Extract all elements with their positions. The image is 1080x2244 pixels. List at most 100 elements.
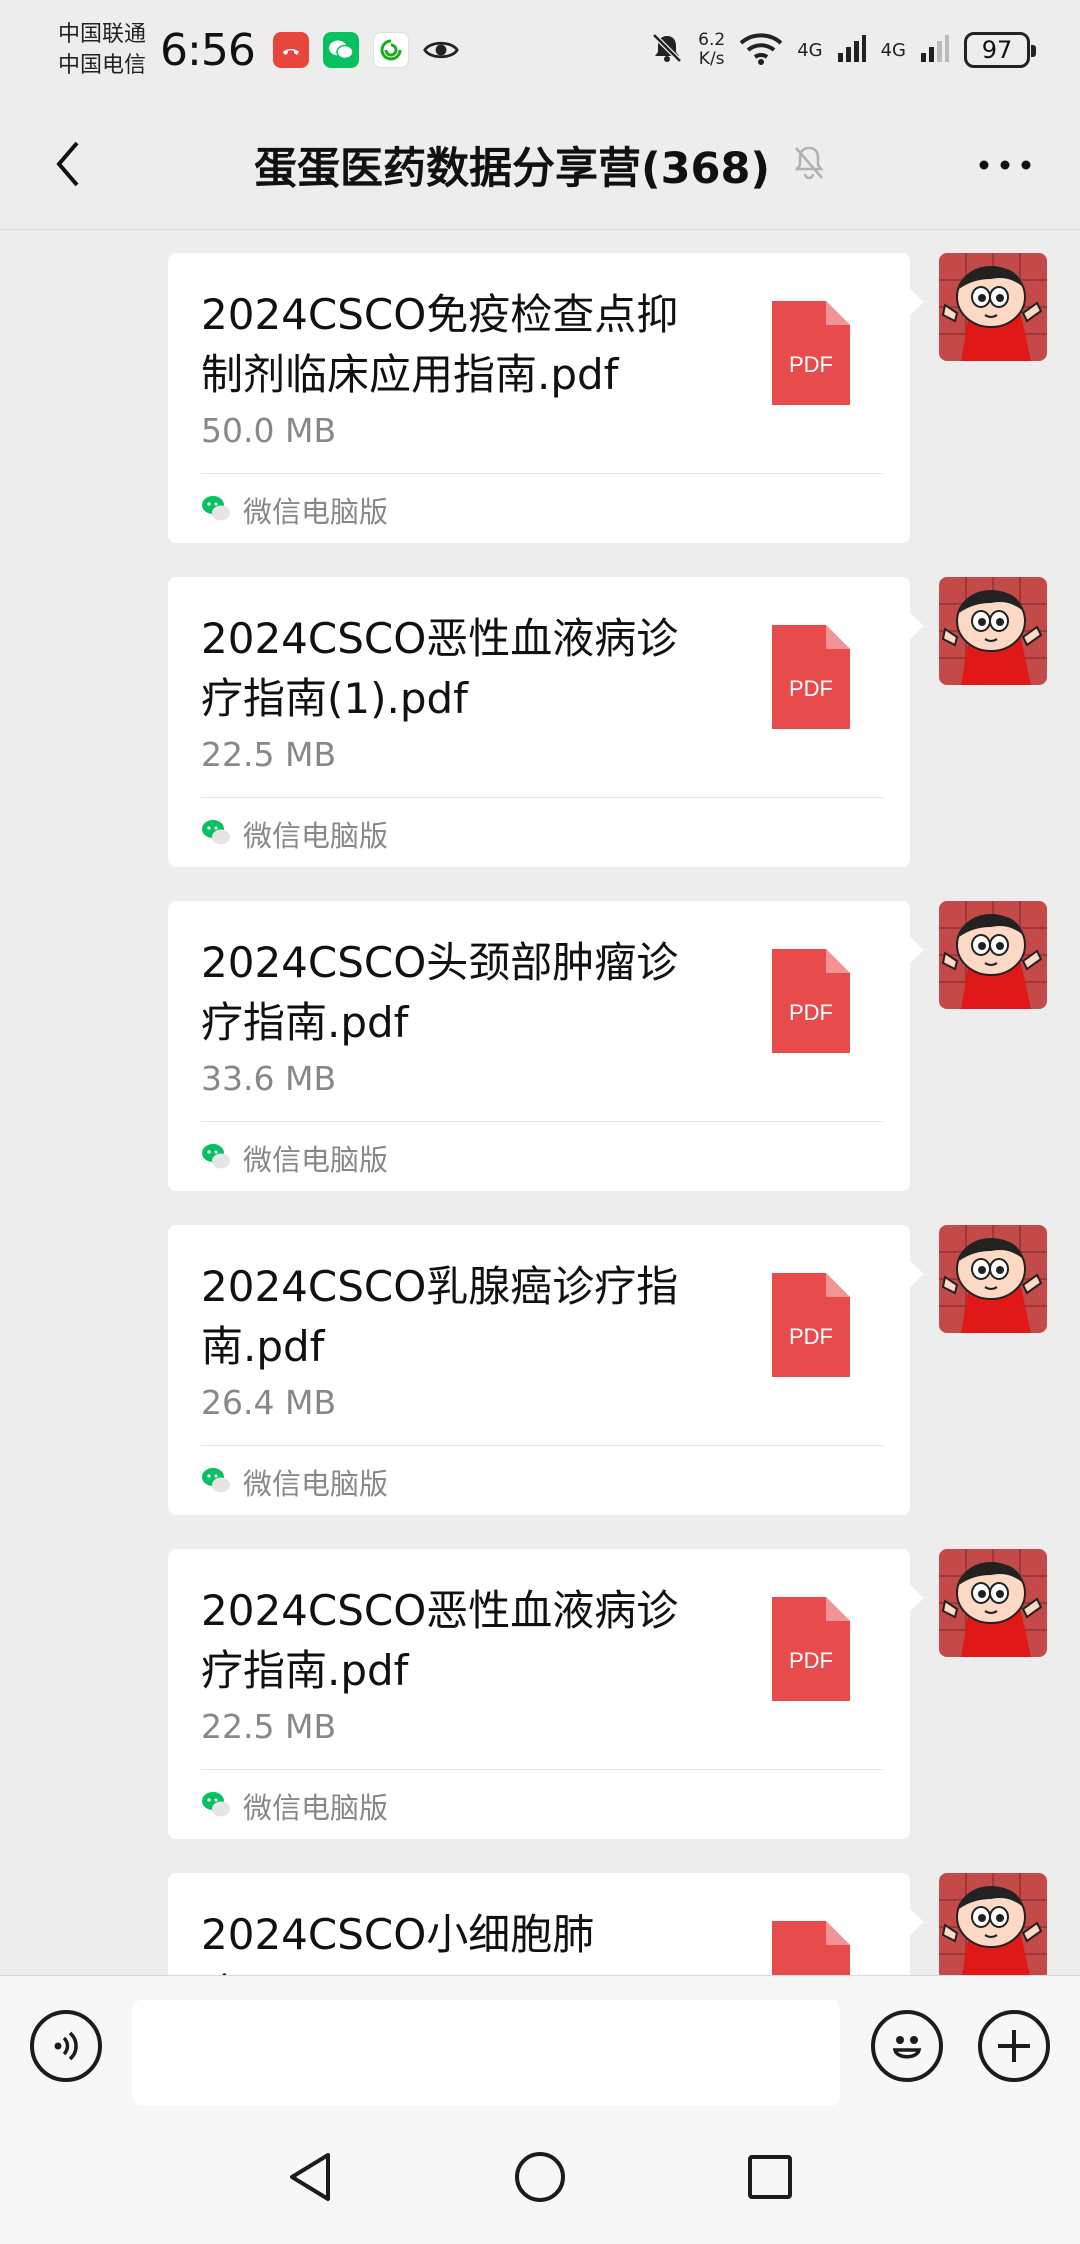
muted-bell-icon xyxy=(792,144,826,186)
file-message-bubble[interactable]: 2024CSCO头颈部肿瘤诊疗指南.pdf 33.6 MB PDF 微信电脑版 xyxy=(168,901,924,1191)
file-name: 2024CSCO小细胞肺癌.pdf xyxy=(201,1910,595,1975)
file-size: 22.5 MB xyxy=(201,735,337,774)
avatar[interactable] xyxy=(939,1225,1047,1333)
message-input[interactable] xyxy=(132,2000,840,2106)
message-row: 2024CSCO头颈部肿瘤诊疗指南.pdf 33.6 MB PDF 微信电脑版 xyxy=(0,878,1080,1191)
pdf-file-icon: PDF xyxy=(772,1597,850,1701)
circle-home-icon xyxy=(515,2152,565,2202)
voice-icon xyxy=(54,2031,78,2061)
file-type-label: PDF xyxy=(789,1324,833,1349)
file-message-bubble[interactable]: 2024CSCO恶性血液病诊疗指南(1).pdf 22.5 MB PDF 微信电… xyxy=(168,577,924,867)
file-type-label: PDF xyxy=(789,352,833,377)
message-row: 2024CSCO免疫检查点抑制剂临床应用指南.pdf 50.0 MB PDF 微… xyxy=(0,230,1080,543)
triangle-back-icon xyxy=(290,2153,330,2201)
source-label: 微信电脑版 xyxy=(243,1143,389,1177)
file-size: 50.0 MB xyxy=(201,411,337,450)
file-size: 22.5 MB xyxy=(201,1707,337,1746)
file-name: 2024CSCO乳腺癌诊疗指南.pdf xyxy=(201,1262,679,1371)
pdf-file-icon: PDF xyxy=(772,949,850,1053)
bubble-divider xyxy=(201,797,883,798)
source-label: 微信电脑版 xyxy=(243,1467,389,1501)
chat-header: 蛋蛋医药数据分享营(368) xyxy=(0,100,1080,230)
eye-icon xyxy=(423,32,459,68)
battery-indicator: 97 xyxy=(964,32,1036,68)
bubble-divider xyxy=(201,1769,883,1770)
avatar[interactable] xyxy=(939,577,1047,685)
more-actions-button[interactable] xyxy=(978,2010,1050,2082)
pdf-file-icon: PDF xyxy=(772,625,850,729)
source-label: 微信电脑版 xyxy=(243,1791,389,1825)
wechat-pc-icon xyxy=(202,1792,230,1817)
avatar[interactable] xyxy=(939,253,1047,361)
bubble-divider xyxy=(201,1121,883,1122)
missed-call-icon xyxy=(272,32,309,68)
wifi-icon xyxy=(739,31,783,69)
back-arrow-icon xyxy=(56,141,79,187)
message-row: 2024CSCO乳腺癌诊疗指南.pdf 26.4 MB PDF 微信电脑版 xyxy=(0,1202,1080,1515)
wechat-icon xyxy=(322,32,359,68)
cartoon-avatar-icon xyxy=(939,577,1047,685)
file-message-bubble[interactable]: 2024CSCO免疫检查点抑制剂临床应用指南.pdf 50.0 MB PDF 微… xyxy=(168,253,924,543)
system-status: 6.2 K/s 4G 4G 97 xyxy=(650,31,1036,69)
pdf-file-icon: PDF xyxy=(772,1273,850,1377)
file-size: 33.6 MB xyxy=(201,1059,337,1098)
wechat-pc-icon xyxy=(202,1468,230,1493)
more-options-button[interactable] xyxy=(970,140,1040,190)
file-size: 26.4 MB xyxy=(201,1383,337,1422)
mute-bell-icon xyxy=(650,31,684,69)
pdf-file-icon: PDF xyxy=(772,301,850,405)
plus-icon xyxy=(998,2030,1030,2062)
cartoon-avatar-icon xyxy=(939,1225,1047,1333)
voice-input-button[interactable] xyxy=(30,2010,102,2082)
more-dots-icon xyxy=(979,160,1031,170)
signal-icon-1 xyxy=(837,33,867,67)
file-message-bubble[interactable]: 2024CSCO乳腺癌诊疗指南.pdf 26.4 MB PDF 微信电脑版 xyxy=(168,1225,924,1515)
system-navigation-bar xyxy=(0,2115,1080,2244)
cartoon-avatar-icon xyxy=(939,901,1047,1009)
carrier-1: 中国联通 xyxy=(58,22,147,47)
cartoon-avatar-icon xyxy=(939,1873,1047,1975)
file-message-bubble[interactable]: 2024CSCO小细胞肺癌.pdf PDF xyxy=(168,1873,924,1975)
file-name: 2024CSCO恶性血液病诊疗指南.pdf xyxy=(201,1586,679,1695)
file-name: 2024CSCO头颈部肿瘤诊疗指南.pdf xyxy=(201,938,679,1047)
message-row: 2024CSCO恶性血液病诊疗指南(1).pdf 22.5 MB PDF 微信电… xyxy=(0,554,1080,867)
bubble-divider xyxy=(201,1445,883,1446)
file-type-label: PDF xyxy=(789,676,833,701)
avatar[interactable] xyxy=(939,1549,1047,1657)
message-list[interactable]: 2024CSCO免疫检查点抑制剂临床应用指南.pdf 50.0 MB PDF 微… xyxy=(0,230,1080,1975)
square-recents-icon xyxy=(748,2155,792,2199)
network-speed: 6.2 K/s xyxy=(698,31,725,69)
avatar[interactable] xyxy=(939,1873,1047,1975)
source-label: 微信电脑版 xyxy=(243,495,389,529)
network-type-1: 4G xyxy=(797,39,823,61)
cartoon-avatar-icon xyxy=(939,253,1047,361)
sync-app-icon xyxy=(372,32,409,68)
message-row: 2024CSCO恶性血液病诊疗指南.pdf 22.5 MB PDF 微信电脑版 xyxy=(0,1526,1080,1839)
chat-title: 蛋蛋医药数据分享营(368) xyxy=(253,143,771,194)
message-row: 2024CSCO小细胞肺癌.pdf PDF xyxy=(0,1850,1080,1975)
pdf-file-icon: PDF xyxy=(772,1921,850,1975)
cartoon-avatar-icon xyxy=(939,1549,1047,1657)
source-label: 微信电脑版 xyxy=(243,819,389,853)
speed-value: 6.2 xyxy=(698,30,726,50)
clock: 6:56 xyxy=(160,24,256,76)
file-message-bubble[interactable]: 2024CSCO恶性血液病诊疗指南.pdf 22.5 MB PDF 微信电脑版 xyxy=(168,1549,924,1839)
file-name: 2024CSCO免疫检查点抑制剂临床应用指南.pdf xyxy=(201,290,679,399)
nav-recents-button[interactable] xyxy=(740,2147,800,2207)
speed-unit: K/s xyxy=(698,49,725,69)
file-type-label: PDF xyxy=(789,1000,833,1025)
avatar[interactable] xyxy=(939,901,1047,1009)
bubble-divider xyxy=(201,473,883,474)
carrier-info: 中国联通 中国电信 xyxy=(58,19,146,81)
back-button[interactable] xyxy=(38,134,98,194)
wechat-pc-icon xyxy=(202,820,230,845)
notification-icons xyxy=(272,32,459,68)
wechat-pc-icon xyxy=(202,1144,230,1169)
file-type-label: PDF xyxy=(789,1648,833,1673)
emoji-icon xyxy=(892,2036,922,2059)
emoji-button[interactable] xyxy=(871,2010,943,2082)
network-type-2: 4G xyxy=(880,39,906,61)
nav-back-button[interactable] xyxy=(280,2147,340,2207)
nav-home-button[interactable] xyxy=(510,2147,570,2207)
carrier-2: 中国电信 xyxy=(58,53,147,78)
